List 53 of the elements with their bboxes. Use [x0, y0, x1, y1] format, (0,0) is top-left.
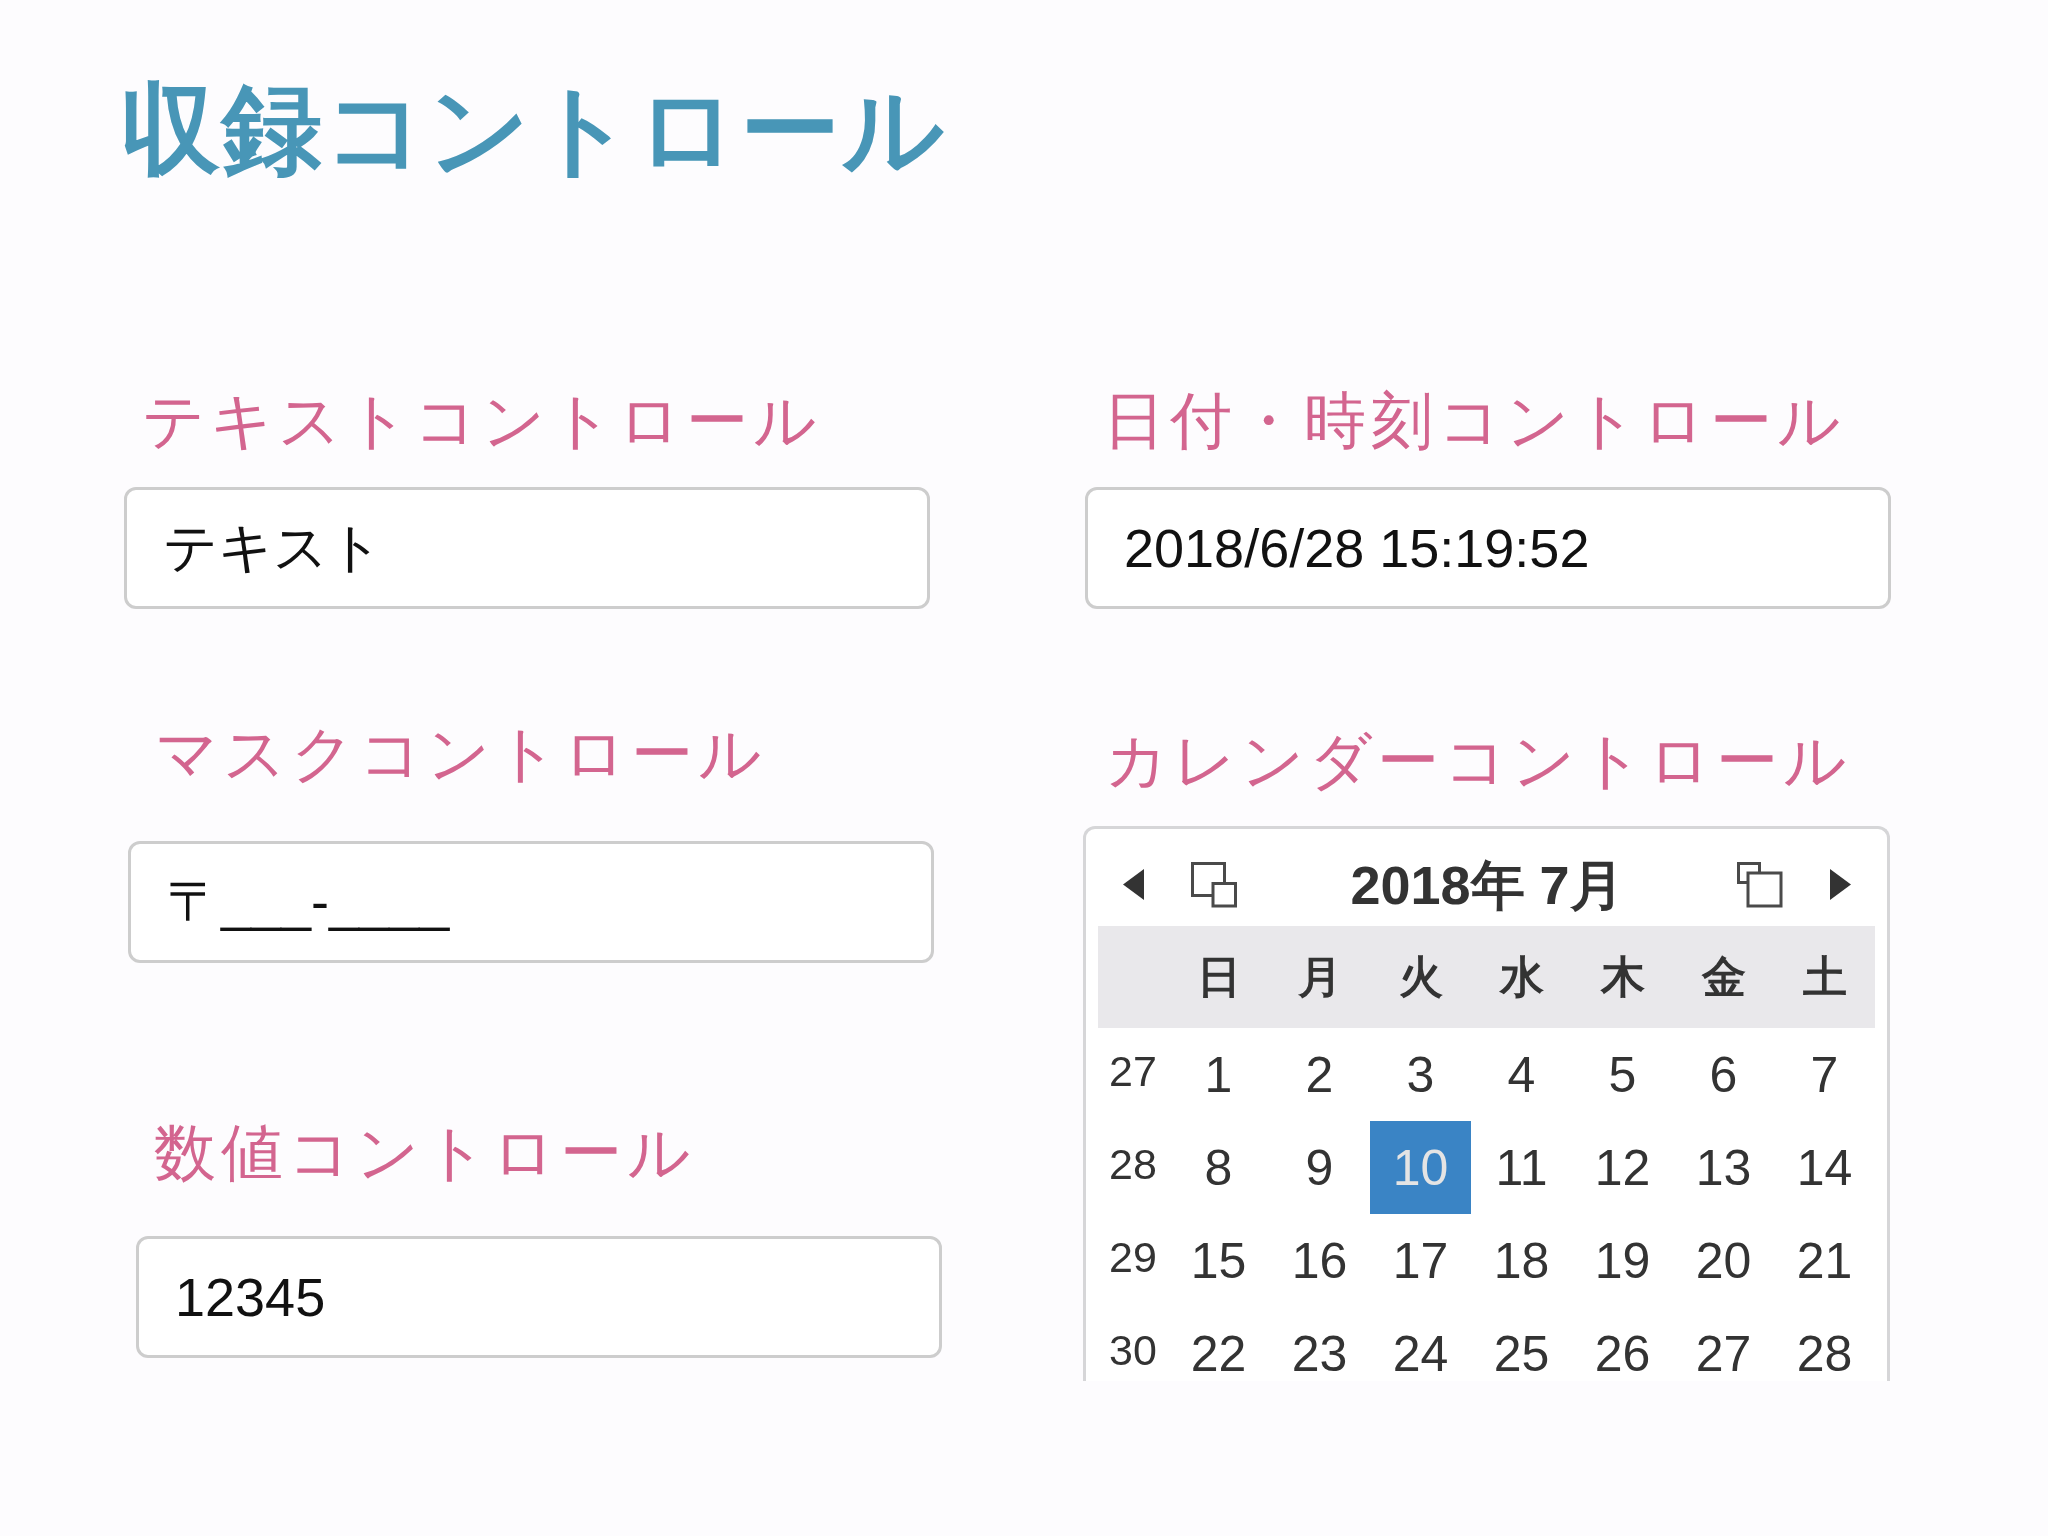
month-title: 2018年 7月	[1349, 853, 1625, 917]
section-heading: テキストコントロール	[141, 390, 821, 452]
week-number: 30	[1109, 1325, 1157, 1376]
page-title: 収録コントロール	[120, 80, 946, 180]
calendar-day[interactable]: 22	[1168, 1307, 1269, 1381]
week-number: 27	[1109, 1046, 1157, 1097]
weekday-header: 木	[1600, 952, 1645, 1002]
calendar-day[interactable]: 11	[1471, 1121, 1572, 1214]
week-number: 29	[1109, 1232, 1157, 1283]
calendar-day[interactable]: 13	[1673, 1121, 1774, 1214]
calendar-day[interactable]: 12	[1572, 1121, 1673, 1214]
calendar-day[interactable]: 18	[1471, 1214, 1572, 1307]
text-input-field[interactable]: テキスト	[124, 487, 930, 609]
calendar-day[interactable]: 3	[1370, 1028, 1471, 1121]
section-heading: マスクコントロール	[154, 723, 766, 785]
weekday-header: 日	[1196, 952, 1241, 1002]
calendar-day[interactable]: 9	[1269, 1121, 1370, 1214]
weekday-header: 土	[1802, 952, 1847, 1002]
section-heading: 数値コントロール	[153, 1122, 695, 1184]
calendar-day[interactable]: 5	[1572, 1028, 1673, 1121]
number-input-field[interactable]: 12345	[136, 1236, 942, 1358]
calendar-day[interactable]: 7	[1774, 1028, 1875, 1121]
calendar-day[interactable]: 21	[1774, 1214, 1875, 1307]
calendar-day[interactable]: 25	[1471, 1307, 1572, 1381]
calendar-day[interactable]: 8	[1168, 1121, 1269, 1214]
weekday-header: 金	[1701, 952, 1746, 1002]
previous-arrow-icon[interactable]	[1122, 869, 1144, 900]
next-arrow-icon[interactable]	[1829, 869, 1851, 900]
calendar-day[interactable]: 15	[1168, 1214, 1269, 1307]
weekday-header: 火	[1398, 952, 1443, 1002]
calendar-day[interactable]: 4	[1471, 1028, 1572, 1121]
weekday-header: 水	[1499, 952, 1544, 1002]
calendar-day[interactable]: 16	[1269, 1214, 1370, 1307]
datetime-input-field[interactable]: 2018/6/28 15:19:52	[1085, 487, 1891, 609]
calendar-day[interactable]: 1	[1168, 1028, 1269, 1121]
calendar-day[interactable]: 2	[1269, 1028, 1370, 1121]
week-number: 28	[1109, 1139, 1157, 1190]
calendar-day[interactable]: 17	[1370, 1214, 1471, 1307]
calendar-day[interactable]: 23	[1269, 1307, 1370, 1381]
weekday-header: 月	[1297, 952, 1342, 1002]
calendar-day[interactable]: 27	[1673, 1307, 1774, 1381]
overlapping-squares-icon[interactable]	[1737, 861, 1783, 908]
masked-input-field[interactable]: 〒___-____	[128, 841, 934, 963]
calendar-day[interactable]: 26	[1572, 1307, 1673, 1381]
calendar-day[interactable]: 6	[1673, 1028, 1774, 1121]
calendar-day[interactable]: 14	[1774, 1121, 1875, 1214]
overlapping-squares-icon[interactable]	[1191, 861, 1237, 908]
calendar-day[interactable]: 24	[1370, 1307, 1471, 1381]
calendar-day[interactable]: 19	[1572, 1214, 1673, 1307]
calendar-day[interactable]: 20	[1673, 1214, 1774, 1307]
calendar-day[interactable]: 28	[1774, 1307, 1875, 1381]
section-heading: カレンダーコントロール	[1104, 730, 1851, 792]
section-heading: 日付・時刻コントロール	[1102, 390, 1845, 452]
